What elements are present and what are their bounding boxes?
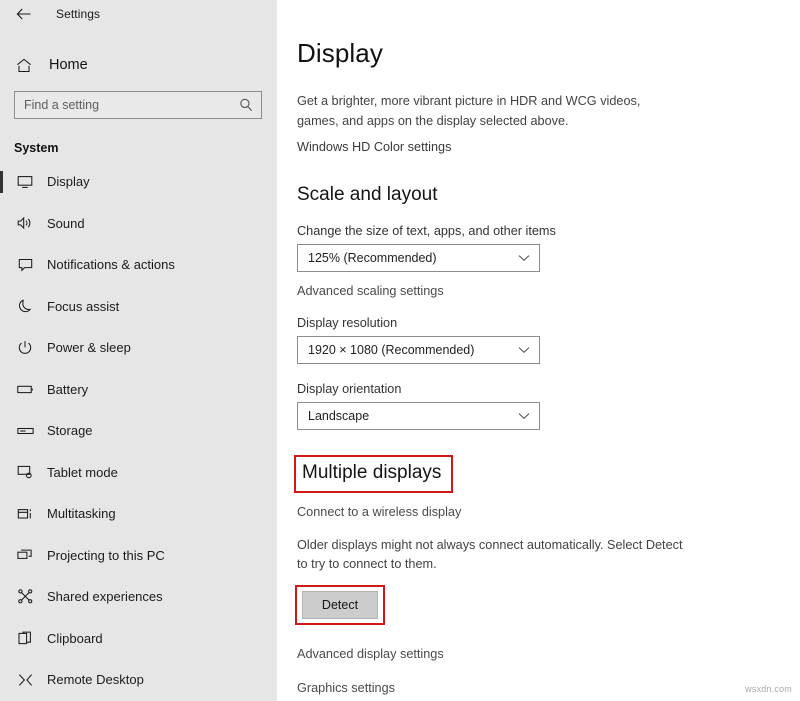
search-icon[interactable] <box>239 98 253 112</box>
resolution-dropdown-value: 1920 × 1080 (Recommended) <box>308 343 475 357</box>
titlebar: Settings <box>0 0 277 28</box>
advanced-scaling-link[interactable]: Advanced scaling settings <box>297 284 800 298</box>
sidebar-item-label: Battery <box>47 381 89 397</box>
search-box[interactable] <box>14 91 262 119</box>
advanced-display-settings-link[interactable]: Advanced display settings <box>297 647 800 661</box>
multiple-displays-highlight-box: Multiple displays <box>294 455 454 493</box>
tablet-icon <box>14 465 36 479</box>
speaker-icon <box>14 216 36 230</box>
orientation-dropdown-value: Landscape <box>308 409 370 423</box>
storage-icon <box>14 426 36 436</box>
sidebar-item-label: Focus assist <box>47 298 120 314</box>
sidebar-item-shared-experiences[interactable]: Shared experiences <box>0 576 277 618</box>
sidebar-section-label: System <box>14 141 59 155</box>
footer-links: Advanced display settings Graphics setti… <box>297 647 800 695</box>
scale-layout-heading: Scale and layout <box>297 184 438 205</box>
sidebar-item-multitasking[interactable]: Multitasking <box>0 493 277 535</box>
sidebar-item-focus-assist[interactable]: Focus assist <box>0 286 277 328</box>
projecting-icon <box>14 548 36 562</box>
sidebar-item-storage[interactable]: Storage <box>0 410 277 452</box>
sidebar-item-battery[interactable]: Battery <box>0 369 277 411</box>
sidebar-nav-list: Display Sound Notifications & actions Fo… <box>0 161 277 701</box>
clipboard-icon <box>14 631 36 646</box>
scale-dropdown-value: 125% (Recommended) <box>308 251 437 265</box>
multiple-displays-heading: Multiple displays <box>302 462 442 483</box>
moon-icon <box>14 299 36 314</box>
app-title: Settings <box>56 7 101 21</box>
sidebar-item-notifications[interactable]: Notifications & actions <box>0 244 277 286</box>
monitor-icon <box>14 175 36 189</box>
wireless-display-link[interactable]: Connect to a wireless display <box>297 505 800 519</box>
battery-icon <box>14 384 36 395</box>
detect-button-highlight-box: Detect <box>295 585 385 625</box>
watermark: wsxdn.com <box>745 684 792 694</box>
sidebar-item-remote-desktop[interactable]: Remote Desktop <box>0 659 277 701</box>
resolution-dropdown[interactable]: 1920 × 1080 (Recommended) <box>297 336 540 364</box>
page-title: Display <box>297 38 383 68</box>
sidebar-item-display[interactable]: Display <box>0 161 277 203</box>
notification-icon <box>14 258 36 272</box>
orientation-field-label: Display orientation <box>297 382 402 396</box>
hdr-description: Get a brighter, more vibrant picture in … <box>297 94 641 128</box>
graphics-settings-link[interactable]: Graphics settings <box>297 681 800 695</box>
settings-window: Settings Home System <box>0 0 800 701</box>
remote-desktop-icon <box>14 673 36 687</box>
sidebar-item-label: Power & sleep <box>47 340 131 356</box>
sidebar-item-sound[interactable]: Sound <box>0 203 277 245</box>
sidebar-item-projecting[interactable]: Projecting to this PC <box>0 535 277 577</box>
sidebar-item-label: Clipboard <box>47 630 103 646</box>
power-icon <box>14 340 36 355</box>
sidebar-item-label: Sound <box>47 215 85 231</box>
scale-field-label: Change the size of text, apps, and other… <box>297 224 556 238</box>
chevron-down-icon <box>518 412 530 420</box>
share-icon <box>14 589 36 604</box>
sidebar-item-label: Projecting to this PC <box>47 547 165 563</box>
home-icon <box>16 58 36 73</box>
sidebar-item-power-sleep[interactable]: Power & sleep <box>0 327 277 369</box>
windows-hd-color-link[interactable]: Windows HD Color settings <box>297 140 451 154</box>
sidebar-item-home[interactable]: Home <box>0 51 277 79</box>
multiple-displays-description: Older displays might not always connect … <box>297 538 683 571</box>
scale-dropdown[interactable]: 125% (Recommended) <box>297 244 540 272</box>
sidebar-item-label: Notifications & actions <box>47 257 175 273</box>
sidebar-item-label: Multitasking <box>47 506 116 522</box>
sidebar-item-label: Shared experiences <box>47 589 163 605</box>
sidebar: Settings Home System <box>0 0 277 701</box>
sidebar-item-label: Display <box>47 174 90 190</box>
sidebar-item-label: Storage <box>47 423 93 439</box>
multitasking-icon <box>14 507 36 521</box>
detect-button[interactable]: Detect <box>302 591 378 619</box>
sidebar-home-label: Home <box>49 57 88 73</box>
resolution-field-label: Display resolution <box>297 316 398 330</box>
chevron-down-icon <box>518 346 530 354</box>
sidebar-item-clipboard[interactable]: Clipboard <box>0 618 277 660</box>
search-input[interactable] <box>15 92 261 118</box>
back-arrow-icon[interactable] <box>10 3 38 25</box>
sidebar-item-label: Tablet mode <box>47 464 118 480</box>
chevron-down-icon <box>518 254 530 262</box>
orientation-dropdown[interactable]: Landscape <box>297 402 540 430</box>
sidebar-item-label: Remote Desktop <box>47 672 144 688</box>
main-content: Display Get a brighter, more vibrant pic… <box>277 0 800 701</box>
sidebar-item-tablet-mode[interactable]: Tablet mode <box>0 452 277 494</box>
